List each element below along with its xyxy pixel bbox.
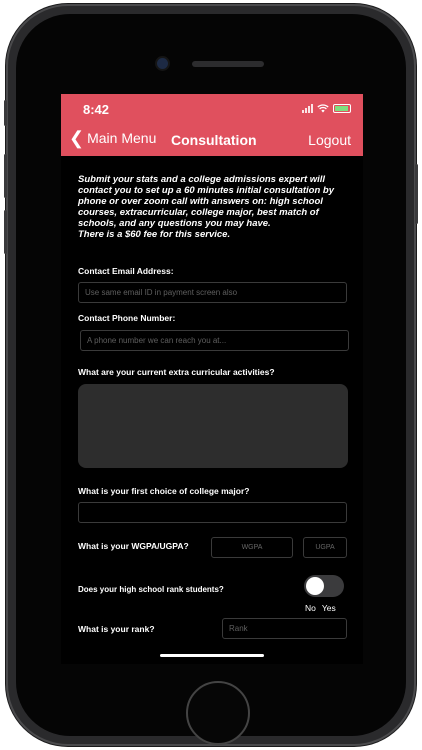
- home-indicator: [160, 654, 264, 657]
- activities-textarea[interactable]: [78, 384, 348, 468]
- battery-icon: [333, 104, 351, 113]
- status-time: 8:42: [83, 102, 110, 117]
- gpa-label: What is your WGPA/UGPA?: [78, 541, 189, 551]
- chevron-left-icon: ❮: [69, 128, 85, 148]
- earpiece-speaker: [192, 61, 264, 67]
- email-label: Contact Email Address:: [78, 266, 174, 276]
- phone-field[interactable]: [80, 330, 349, 351]
- logout-button[interactable]: Logout: [308, 132, 351, 148]
- toggle-knob: [306, 577, 324, 595]
- rank-field[interactable]: [222, 618, 347, 639]
- main-menu-back-button[interactable]: ❮ Main Menu: [69, 128, 157, 148]
- front-camera: [157, 58, 168, 69]
- intro-text: Submit your stats and a college admissio…: [78, 174, 348, 240]
- rank-question-label: Does your high school rank students?: [78, 585, 224, 594]
- intro-block: Submit your stats and a college admissio…: [78, 174, 348, 240]
- major-label: What is your first choice of college maj…: [78, 486, 250, 496]
- page-title: Consultation: [171, 132, 257, 148]
- toggle-yes-label: Yes: [321, 603, 336, 613]
- toggle-labels: No Yes: [305, 603, 336, 613]
- back-label: Main Menu: [87, 130, 157, 146]
- rank-toggle[interactable]: [304, 575, 344, 597]
- status-icons: [302, 104, 351, 113]
- app-screen: 8:42 ❮ Main Menu Consultation Logout Sub…: [61, 94, 363, 664]
- activities-label: What are your current extra curricular a…: [78, 367, 275, 377]
- cellular-signal-icon: [302, 104, 313, 113]
- wifi-icon: [317, 104, 329, 113]
- power-button: [415, 164, 418, 224]
- ugpa-input[interactable]: UGPA: [303, 537, 347, 558]
- app-header: 8:42 ❮ Main Menu Consultation Logout: [61, 94, 363, 156]
- phone-label: Contact Phone Number:: [78, 313, 176, 323]
- intro-description: Submit your stats and a college admissio…: [78, 174, 335, 229]
- rank-label: What is your rank?: [78, 624, 155, 634]
- home-button[interactable]: [186, 681, 250, 745]
- toggle-no-label: No: [305, 603, 316, 613]
- mute-switch: [4, 100, 7, 126]
- volume-down-button: [4, 210, 7, 254]
- wgpa-input[interactable]: WGPA: [211, 537, 293, 558]
- fee-notice: There is a $60 fee for this service.: [78, 229, 231, 240]
- volume-up-button: [4, 154, 7, 198]
- email-field[interactable]: [78, 282, 347, 303]
- major-field[interactable]: [78, 502, 347, 523]
